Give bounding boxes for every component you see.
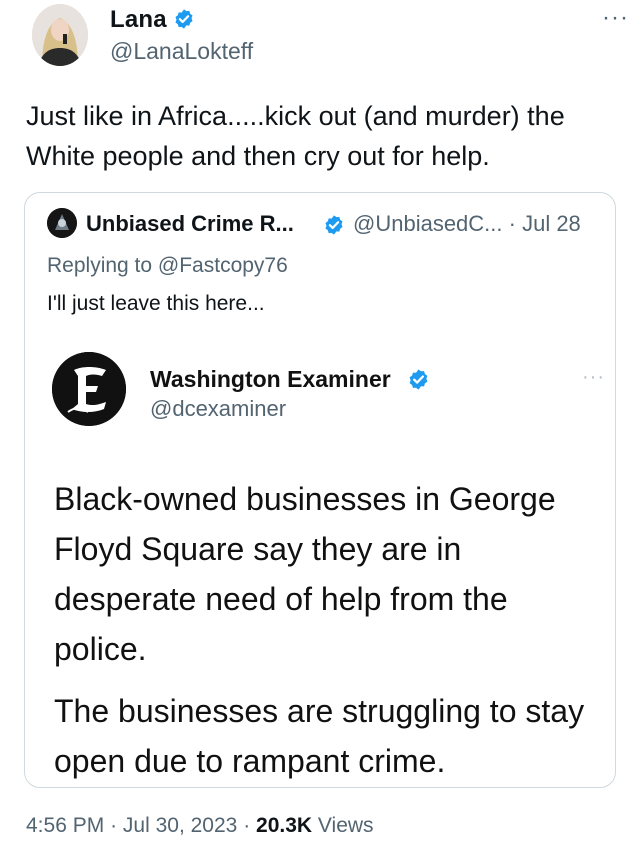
tweet-metadata: 4:56 PM · Jul 30, 2023 · 20.3K Views	[26, 814, 374, 838]
embedded-text-paragraph-2: The businesses are struggling to stay op…	[54, 693, 585, 779]
views-count[interactable]: 20.3K	[256, 814, 312, 837]
quoted-handle-and-date: @UnbiasedC... · Jul 28	[353, 211, 581, 237]
quoted-author-name[interactable]: Unbiased Crime R...	[86, 211, 294, 237]
author-name[interactable]: Lana	[110, 6, 195, 34]
embedded-author-handle: @dcexaminer	[150, 396, 287, 421]
embedded-text-paragraph-1: Black-owned businesses in George Floyd S…	[54, 481, 556, 667]
tweet-time[interactable]: 4:56 PM	[26, 814, 104, 837]
tweet-date[interactable]: Jul 30, 2023	[123, 814, 237, 837]
separator: ·	[243, 814, 251, 837]
author-name-text: Lana	[110, 6, 167, 33]
embedded-author-name: Washington Examiner	[150, 366, 391, 392]
replying-to-handle[interactable]: @Fastcopy76	[158, 254, 288, 277]
quoted-author-avatar[interactable]	[47, 208, 77, 238]
embedded-verified-badge-icon	[409, 369, 428, 390]
quoted-verified-badge-icon	[325, 215, 343, 235]
quoted-tweet-text: I'll just leave this here...	[47, 292, 265, 315]
separator: ·	[110, 814, 118, 837]
embedded-more-icon: ···	[582, 366, 605, 388]
tweet-text: Just like in Africa.....kick out (and mu…	[26, 101, 565, 171]
quoted-author-handle[interactable]: @UnbiasedC...	[353, 211, 503, 236]
replying-to-label: Replying to	[47, 254, 153, 277]
verified-badge-icon	[175, 9, 193, 29]
quoted-date[interactable]: · Jul 28	[509, 211, 581, 236]
author-handle[interactable]: @LanaLokteff	[110, 38, 253, 65]
author-avatar[interactable]	[32, 4, 88, 66]
replying-to-line: Replying to @Fastcopy76	[47, 254, 288, 278]
more-options-icon[interactable]: ···	[602, 4, 629, 32]
views-label: Views	[317, 814, 374, 837]
washington-examiner-logo-icon	[52, 352, 126, 426]
